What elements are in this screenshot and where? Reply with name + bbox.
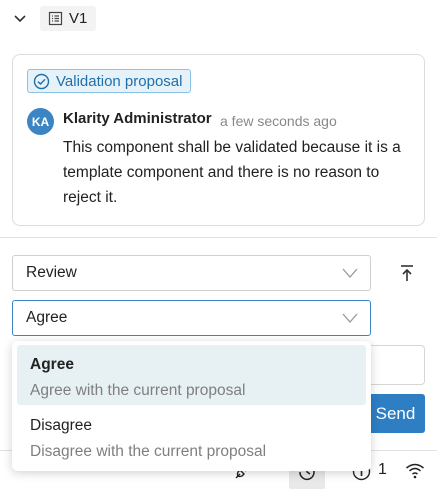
validation-proposal-badge: Validation proposal xyxy=(27,69,192,93)
check-circle-icon xyxy=(33,73,50,89)
option-title: Disagree xyxy=(30,417,93,434)
comment-text: This component shall be validated becaus… xyxy=(63,139,401,206)
divider xyxy=(0,237,437,238)
info-count: 1 xyxy=(378,461,387,478)
badge-label: Validation proposal xyxy=(56,72,183,90)
option-description: Disagree with the current proposal xyxy=(30,443,267,460)
comment-timestamp: a few seconds ago xyxy=(220,113,337,129)
chevron-down-icon xyxy=(342,268,358,278)
list-document-icon xyxy=(48,11,63,26)
chevron-down-icon[interactable] xyxy=(12,10,28,26)
option-title: Agree xyxy=(30,356,74,373)
comment-card: Validation proposal KA Klarity Administr… xyxy=(12,54,425,226)
avatar: KA xyxy=(27,108,54,135)
option-description: Agree with the current proposal xyxy=(30,382,246,399)
option-disagree[interactable]: Disagree Disagree with the current propo… xyxy=(17,406,366,466)
comment-type-value: Review xyxy=(26,264,77,281)
scroll-to-top-icon[interactable] xyxy=(396,262,418,284)
chevron-down-icon xyxy=(342,313,358,323)
option-agree[interactable]: Agree Agree with the current proposal xyxy=(17,345,366,405)
vote-select-value: Agree xyxy=(26,309,68,326)
version-label: V1 xyxy=(69,10,88,27)
vote-select[interactable]: Agree xyxy=(12,300,371,336)
vote-dropdown-menu: Agree Agree with the current proposal Di… xyxy=(12,341,371,471)
version-row: V1 xyxy=(0,0,437,38)
comment-type-select[interactable]: Review xyxy=(12,255,371,291)
wifi-icon[interactable] xyxy=(405,462,425,479)
version-chip[interactable]: V1 xyxy=(40,6,97,31)
comment-author: Klarity Administrator xyxy=(63,110,212,127)
